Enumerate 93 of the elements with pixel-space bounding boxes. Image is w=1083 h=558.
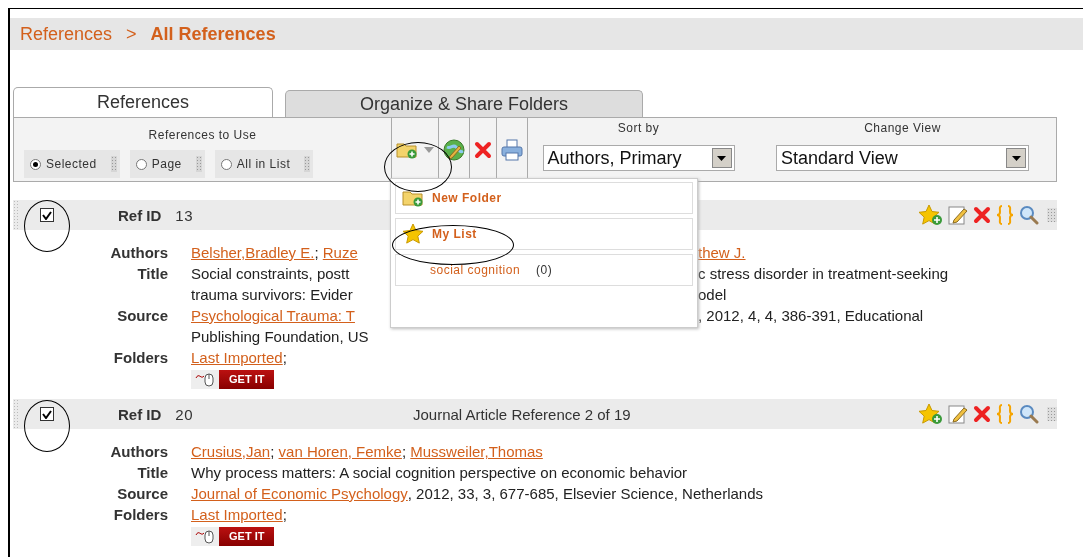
field-text: , 2012, 33, 3, 677-685, Elsevier Science, Netherlands (407, 484, 763, 504)
search-icon (1019, 404, 1039, 424)
edit-icon (948, 205, 968, 225)
star-add-icon (919, 204, 943, 226)
tab[interactable]: References (13, 87, 273, 117)
source-link[interactable]: Psychological Trauma: T (191, 305, 355, 326)
radio-option[interactable]: All in List (214, 150, 314, 178)
radio-option[interactable]: Page (129, 150, 205, 178)
field-text: , 2012, 4, 4, 386-391, Educational (698, 306, 924, 326)
author-link[interactable]: thew J. (698, 242, 746, 263)
delete-icon (474, 140, 492, 159)
title-text: odel (698, 285, 727, 305)
select-value: Authors, Primary (547, 147, 682, 169)
radio-button[interactable] (30, 158, 41, 170)
menu-item[interactable]: New Folder (395, 182, 693, 214)
field-text: ; (282, 505, 287, 525)
field-label: Folders (112, 348, 168, 368)
field-text: ; (270, 442, 276, 462)
sort-select[interactable]: Authors, Primary (542, 145, 735, 171)
title-text: Why process matters: A social cognition perspective on economic behavior (191, 463, 688, 483)
get-it-button[interactable]: GET IT (191, 370, 1083, 389)
mouse-icon (195, 372, 215, 387)
menu-item-label: My List (432, 227, 477, 241)
ref-id: 20 (175, 405, 194, 423)
view-select[interactable]: Standard View (776, 145, 1029, 171)
delete-icon (973, 206, 991, 224)
author-link[interactable]: Crusius,Jan (191, 441, 271, 462)
field-label: Ref ID (118, 206, 162, 224)
field-label: Folders (112, 505, 168, 525)
select-value: Standard View (781, 147, 898, 169)
field-label: Title (136, 463, 168, 483)
item-count: (0) (536, 263, 553, 277)
field-text: ; (314, 243, 320, 263)
radio-button[interactable] (220, 158, 232, 170)
field-label: Authors (109, 243, 168, 263)
field-label: Authors (109, 442, 168, 462)
author-link[interactable]: Ruze (322, 242, 358, 263)
search-icon (1019, 205, 1039, 225)
grip-handle[interactable] (13, 399, 19, 429)
dropdown-arrow-icon (717, 155, 726, 161)
section-label: References to Use (148, 128, 257, 142)
source-link[interactable]: Journal of Economic Psychology (191, 483, 408, 504)
radio-button[interactable] (135, 158, 147, 170)
breadcrumb-current[interactable]: All References (150, 23, 276, 45)
folder-add-icon (402, 189, 424, 207)
title-text: Social constraints, postt (191, 264, 350, 284)
radio-option[interactable]: Selected (24, 150, 120, 178)
field-text: ; (401, 442, 408, 462)
caret-icon (424, 146, 434, 153)
radio-label: All in List (236, 157, 291, 171)
breadcrumb-separator: > (126, 23, 137, 45)
field-label: Ref ID (118, 405, 162, 423)
printer-icon (501, 138, 523, 161)
section-label: Change View (864, 121, 941, 135)
checkbox[interactable] (40, 407, 54, 421)
breadcrumb-link[interactable]: References (20, 23, 113, 45)
field-label: Source (116, 306, 168, 326)
menu-item-label: social cognition (430, 263, 521, 277)
menu-item[interactable]: social cognition (0) (395, 254, 693, 286)
folder-link[interactable]: Last Imported (191, 347, 283, 368)
folder-link[interactable]: Last Imported (191, 504, 283, 525)
title-text: trauma survivors: Evider (191, 285, 353, 305)
delete-icon (973, 405, 991, 423)
section-label: Sort by (617, 121, 660, 135)
menu-item-label: New Folder (432, 191, 502, 205)
field-label: Source (116, 484, 168, 504)
edit-icon (948, 404, 968, 424)
globe-pencil-icon (443, 138, 465, 161)
checkmark-icon (42, 210, 52, 220)
radio-label: Selected (46, 157, 97, 171)
author-link[interactable]: Belsher,Bradley E. (191, 242, 315, 263)
author-link[interactable]: Mussweiler,Thomas (410, 441, 543, 462)
title-text: c stress disorder in treatment-seeking (698, 264, 949, 284)
field-text: ; (282, 348, 287, 368)
star-add-icon (919, 403, 943, 425)
folder-add-icon (396, 140, 418, 159)
author-link[interactable]: van Horen, Femke (278, 441, 402, 462)
checkmark-icon (42, 409, 52, 419)
dropdown-arrow-icon (1011, 155, 1021, 161)
field-text: Publishing Foundation, US (191, 327, 369, 347)
menu-item[interactable]: My List (395, 218, 693, 250)
get-it-button[interactable]: GET IT (191, 527, 1083, 546)
braces-icon (996, 205, 1014, 225)
ref-id: 13 (175, 206, 194, 224)
star-icon (402, 223, 424, 245)
braces-icon (996, 404, 1014, 424)
field-label: Title (136, 264, 168, 284)
grip-handle[interactable] (13, 200, 19, 230)
radio-label: Page (151, 157, 182, 171)
checkbox[interactable] (40, 208, 54, 222)
mouse-icon (195, 529, 215, 544)
record-type: Journal Article Reference 2 of 19 (413, 405, 631, 423)
tab[interactable]: Organize & Share Folders (285, 90, 643, 117)
